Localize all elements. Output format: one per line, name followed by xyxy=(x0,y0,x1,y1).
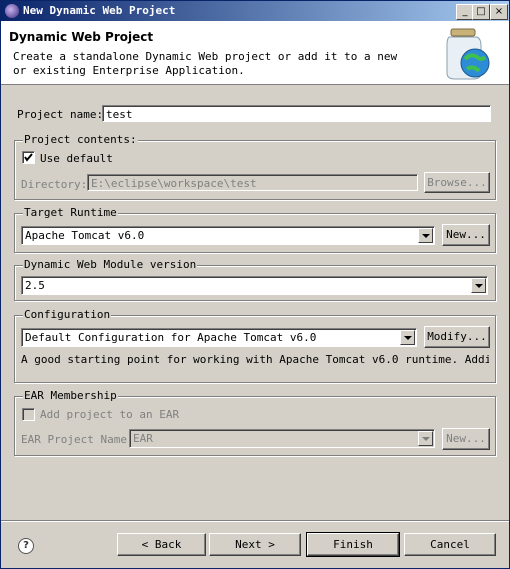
browse-button[interactable]: Browse... xyxy=(424,172,490,193)
modify-configuration-button[interactable]: Modify... xyxy=(424,326,490,348)
add-to-ear-checkbox[interactable] xyxy=(22,408,35,421)
use-default-checkbox[interactable] xyxy=(22,151,35,164)
cancel-button[interactable]: Cancel xyxy=(404,533,496,556)
help-icon[interactable]: ? xyxy=(18,538,34,554)
directory-label: Directory: xyxy=(21,178,88,191)
page-title: Dynamic Web Project xyxy=(9,30,154,44)
ear-membership-title: EAR Membership xyxy=(23,389,118,402)
module-version-value: 2.5 xyxy=(25,279,45,292)
new-ear-button[interactable]: New... xyxy=(442,428,490,450)
footer-separator xyxy=(1,520,509,522)
back-button[interactable]: < Back xyxy=(117,533,206,556)
chevron-down-icon[interactable] xyxy=(400,330,415,345)
directory-field[interactable]: E:\eclipse\workspace\test xyxy=(87,174,418,191)
wizard-header: Dynamic Web Project Create a standalone … xyxy=(1,21,509,85)
finish-button[interactable]: Finish xyxy=(306,532,400,557)
ear-project-name-value: EAR xyxy=(133,432,153,445)
target-runtime-title: Target Runtime xyxy=(23,206,118,219)
checkmark-icon xyxy=(24,153,33,162)
web-project-jar-globe-icon xyxy=(446,28,490,80)
chevron-down-icon[interactable] xyxy=(471,278,486,293)
project-name-input[interactable]: test xyxy=(102,105,491,122)
project-contents-title: Project contents: xyxy=(23,133,138,146)
next-button[interactable]: Next > xyxy=(209,533,301,556)
maximize-button[interactable]: □ xyxy=(472,4,490,20)
target-runtime-value: Apache Tomcat v6.0 xyxy=(25,229,145,242)
close-button[interactable]: × xyxy=(490,4,508,20)
title-bar[interactable]: New Dynamic Web Project _ □ × xyxy=(1,1,509,21)
target-runtime-select[interactable]: Apache Tomcat v6.0 xyxy=(21,226,435,245)
eclipse-icon xyxy=(5,4,19,18)
chevron-down-icon[interactable] xyxy=(418,228,433,243)
configuration-value: Default Configuration for Apache Tomcat … xyxy=(25,331,317,344)
use-default-label: Use default xyxy=(40,152,113,165)
window-title: New Dynamic Web Project xyxy=(23,4,176,17)
new-runtime-button[interactable]: New... xyxy=(442,224,490,246)
add-to-ear-label: Add project to an EAR xyxy=(40,408,180,421)
configuration-description: A good starting point for working with A… xyxy=(21,353,489,366)
project-name-label: Project name: xyxy=(17,108,104,121)
module-version-title: Dynamic Web Module version xyxy=(23,258,198,271)
ear-project-name-label: EAR Project Name: xyxy=(21,433,134,446)
chevron-down-icon[interactable] xyxy=(418,431,433,446)
configuration-title: Configuration xyxy=(23,308,112,321)
module-version-select[interactable]: 2.5 xyxy=(21,276,488,295)
dialog-window: New Dynamic Web Project _ □ × Dynamic We… xyxy=(0,0,510,569)
page-description: Create a standalone Dynamic Web project … xyxy=(13,50,398,77)
ear-project-name-select[interactable]: EAR xyxy=(129,429,435,448)
configuration-select[interactable]: Default Configuration for Apache Tomcat … xyxy=(21,328,417,347)
